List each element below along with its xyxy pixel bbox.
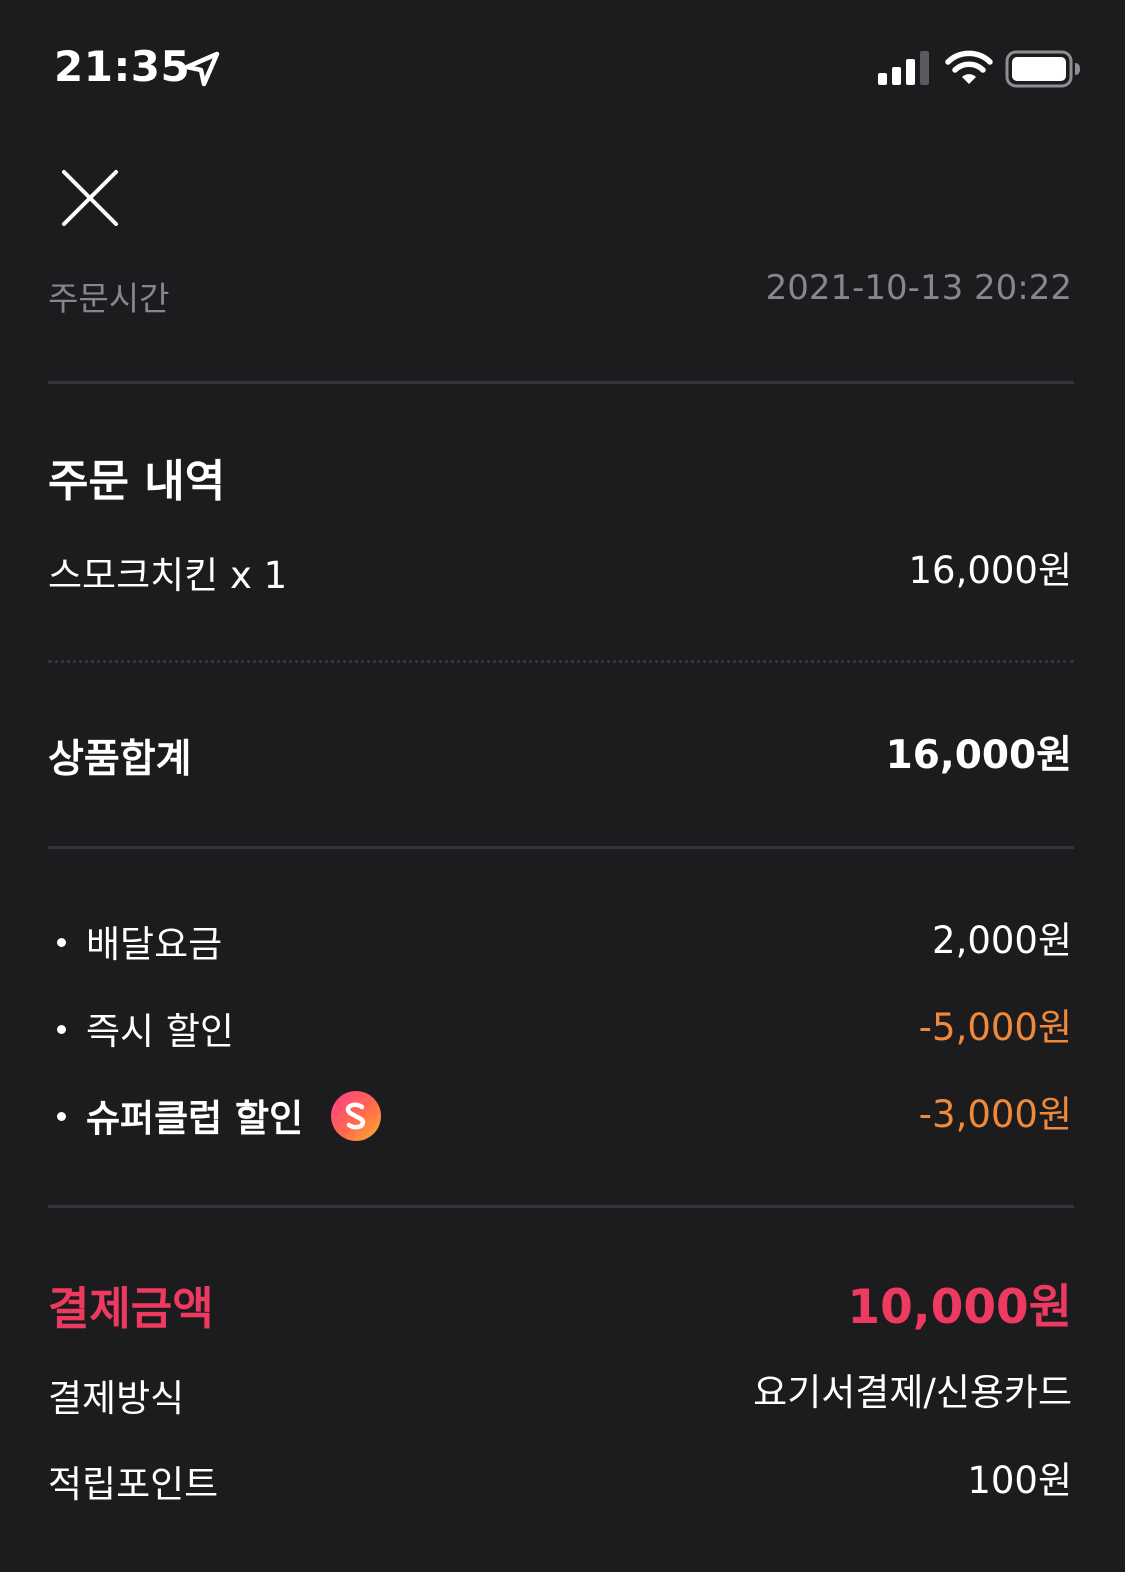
order-item-price: 16,000원	[908, 549, 1072, 592]
status-bar: 21:35	[0, 0, 1125, 140]
dotted-divider	[48, 660, 1074, 663]
bullet-dot	[57, 1112, 66, 1121]
order-time-value: 2021-10-13 20:22	[765, 268, 1072, 308]
reward-points-value: 100원	[967, 1459, 1072, 1502]
close-button[interactable]	[52, 162, 126, 236]
order-details-title: 주문 내역	[48, 456, 226, 507]
order-item-name: 스모크치킨 x 1	[48, 554, 288, 597]
order-time-label: 주문시간	[48, 279, 170, 318]
bullet-dot	[57, 1025, 66, 1034]
divider	[48, 846, 1074, 849]
payment-method-label: 결제방식	[48, 1377, 185, 1420]
subtotal-label: 상품합계	[48, 737, 192, 782]
bullet-dot	[57, 938, 66, 947]
subtotal-value: 16,000원	[885, 733, 1072, 778]
payment-total-label: 결제금액	[48, 1282, 214, 1335]
delivery-fee-value: 2,000원	[932, 919, 1072, 962]
super-club-badge-icon	[331, 1091, 381, 1141]
location-arrow-icon	[184, 51, 220, 87]
instant-discount-value: -5,000원	[918, 1006, 1072, 1049]
wifi-icon	[945, 50, 993, 84]
divider	[48, 381, 1074, 384]
close-icon	[62, 170, 118, 226]
delivery-fee-label: 배달요금	[86, 923, 223, 966]
cellular-signal-icon	[878, 51, 929, 85]
battery-icon	[1005, 50, 1080, 88]
super-club-discount-label: 슈퍼클럽 할인	[86, 1097, 304, 1140]
divider	[48, 1205, 1074, 1208]
payment-total-value: 10,000원	[847, 1280, 1072, 1335]
status-time: 21:35	[54, 42, 191, 91]
super-club-discount-value: -3,000원	[918, 1093, 1072, 1136]
reward-points-label: 적립포인트	[48, 1463, 219, 1506]
instant-discount-label: 즉시 할인	[86, 1010, 234, 1053]
payment-method-value: 요기서결제/신용카드	[753, 1371, 1072, 1414]
